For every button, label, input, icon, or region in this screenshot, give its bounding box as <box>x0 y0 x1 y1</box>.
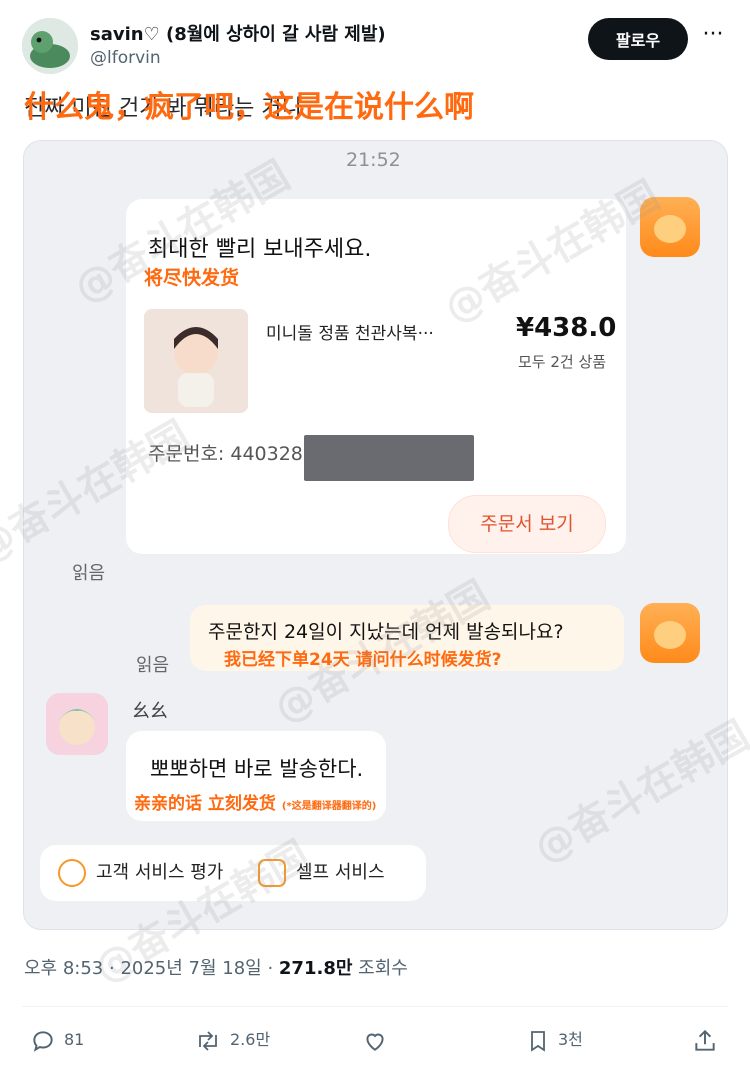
reply-button[interactable]: 81 <box>30 1026 84 1054</box>
read-receipt: 읽음 <box>136 655 170 676</box>
service-bar: 고객 서비스 평가 셀프 서비스 <box>40 845 426 901</box>
user-message-text: 주문한지 24일이 지났는데 언제 발송되나요? <box>208 621 564 643</box>
post-time[interactable]: 오후 8:53 <box>24 958 103 979</box>
grid-icon <box>258 859 286 887</box>
redaction-box <box>304 435 474 481</box>
product-image[interactable] <box>144 309 248 413</box>
user-handle[interactable]: @lforvin <box>90 48 161 68</box>
rating-label: 고객 서비스 평가 <box>96 862 224 883</box>
follow-button[interactable]: 팔로우 <box>588 18 688 60</box>
like-button[interactable] <box>362 1026 396 1054</box>
view-count: 271.8만 <box>278 958 353 979</box>
order-price: ¥438.0 <box>516 313 617 343</box>
seller-reply-translation: 亲亲的话 立刻发货 (*这是翻译器翻译的) <box>134 789 376 814</box>
post-meta: 오후 8:53 · 2025년 7월 18일 · 271.8만 조회수 <box>24 958 408 979</box>
seller-reply-translation-text: 亲亲的话 立刻发货 <box>134 794 276 814</box>
self-service-button[interactable]: 셀프 서비스 <box>258 845 385 901</box>
divider <box>22 1006 728 1007</box>
order-card: 최대한 빨리 보내주세요. 将尽快发货 미니돌 정품 천관사복··· ¥438.… <box>126 199 626 554</box>
repost-icon <box>199 1030 217 1051</box>
share-button[interactable] <box>692 1026 726 1054</box>
translator-note: (*这是翻译器翻译的) <box>281 801 377 812</box>
display-name[interactable]: savin♡ (8월에 상하이 갈 사람 제발) <box>90 20 386 46</box>
self-service-label: 셀프 서비스 <box>296 862 385 883</box>
views-label: 조회수 <box>358 958 408 979</box>
seller-avatar <box>46 693 108 755</box>
order-number: 주문번호: 440328 <box>148 443 303 465</box>
reply-count: 81 <box>64 1030 85 1049</box>
bookmark-icon <box>531 1030 545 1052</box>
order-title: 최대한 빨리 보내주세요. <box>148 237 372 262</box>
attached-screenshot[interactable]: 21:52 최대한 빨리 보내주세요. 将尽快发货 미니돌 정품 천관사복···… <box>23 140 728 930</box>
repost-button[interactable]: 2.6만 <box>194 1026 270 1054</box>
rating-button[interactable]: 고객 서비스 평가 <box>58 845 223 901</box>
seller-reply-bubble: 뽀뽀하면 바로 발송한다. 亲亲的话 立刻发货 (*这是翻译器翻译的) <box>126 731 386 821</box>
view-order-button[interactable]: 주문서 보기 <box>448 495 606 553</box>
caption-overlay: 什么鬼，疯了吧，这是在说什么啊 <box>24 90 474 125</box>
profile-avatar[interactable] <box>22 18 78 74</box>
order-quantity: 모두 2건 상품 <box>518 353 607 371</box>
product-name[interactable]: 미니돌 정품 천관사복··· <box>266 319 434 344</box>
user-message-translation: 我已经下单24天 请问什么时候发货? <box>224 650 502 670</box>
reply-icon <box>33 1030 53 1052</box>
more-options-icon[interactable]: ··· <box>698 22 728 56</box>
repost-count: 2.6만 <box>230 1030 271 1049</box>
smile-icon <box>58 859 86 887</box>
like-icon <box>366 1033 384 1051</box>
chat-time: 21:52 <box>346 149 401 171</box>
post-date[interactable]: 2025년 7월 18일 <box>120 958 261 979</box>
seller-name: 幺幺 <box>132 701 168 722</box>
read-receipt: 읽음 <box>72 563 106 584</box>
share-icon <box>695 1029 715 1051</box>
order-title-translation: 将尽快发货 <box>144 267 240 289</box>
bookmark-button[interactable]: 3천 <box>526 1026 583 1054</box>
shop-avatar <box>640 197 700 257</box>
user-avatar <box>640 603 700 663</box>
seller-reply-text: 뽀뽀하면 바로 발송한다. <box>150 757 364 781</box>
bookmark-count: 3천 <box>558 1030 583 1049</box>
user-message-bubble: 주문한지 24일이 지났는데 언제 발송되나요? 我已经下单24天 请问什么时候… <box>190 605 624 671</box>
